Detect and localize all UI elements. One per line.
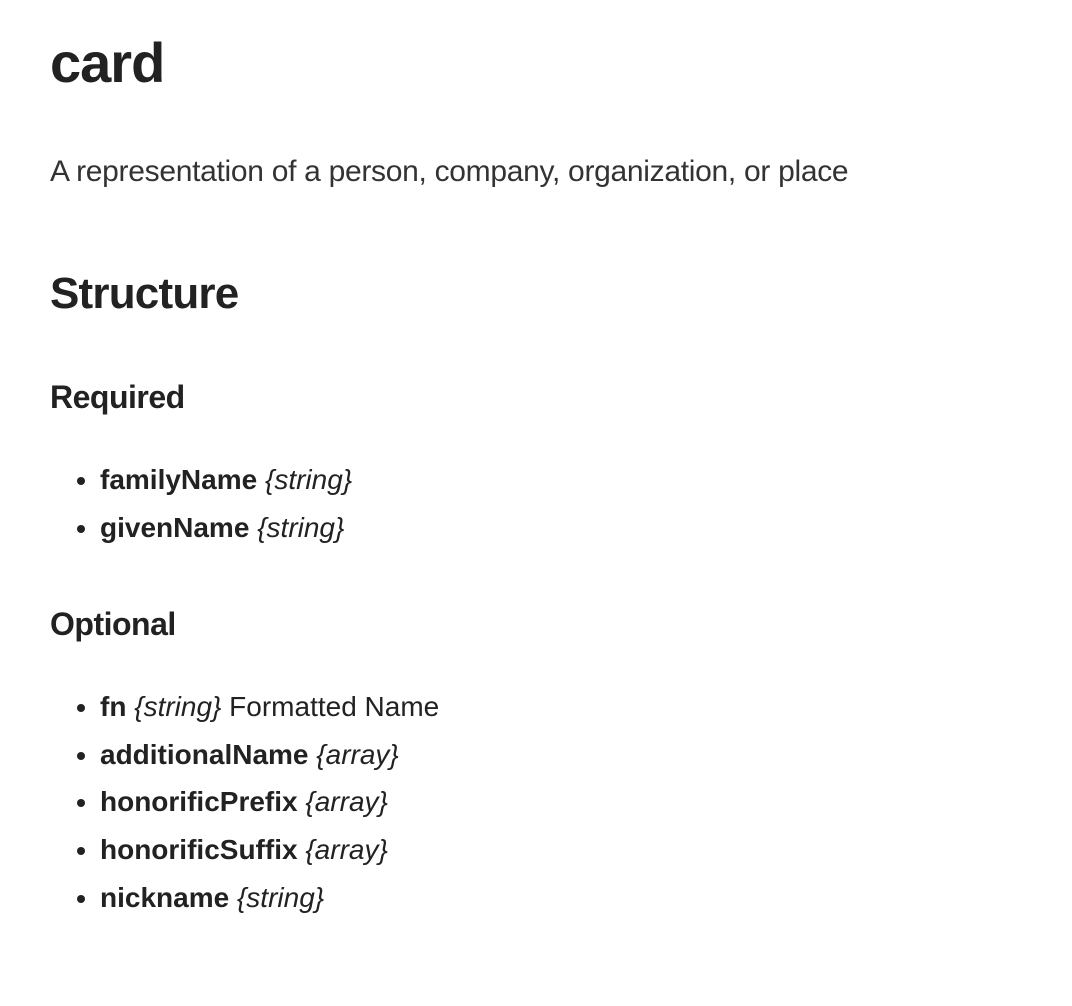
prop-name: nickname bbox=[100, 882, 229, 913]
list-item: givenName {string} bbox=[100, 504, 1022, 552]
prop-desc: Formatted Name bbox=[229, 691, 439, 722]
prop-type: {string} bbox=[134, 691, 221, 722]
prop-name: givenName bbox=[100, 512, 249, 543]
prop-name: additionalName bbox=[100, 739, 308, 770]
prop-name: honorificSuffix bbox=[100, 834, 298, 865]
prop-type: {string} bbox=[257, 512, 344, 543]
schema-description: A representation of a person, company, o… bbox=[50, 155, 1022, 189]
prop-name: honorificPrefix bbox=[100, 786, 298, 817]
prop-type: {array} bbox=[305, 786, 388, 817]
prop-name: familyName bbox=[100, 464, 257, 495]
prop-name: fn bbox=[100, 691, 126, 722]
optional-heading: Optional bbox=[50, 606, 1022, 643]
list-item: honorificSuffix {array} bbox=[100, 826, 1022, 874]
prop-type: {string} bbox=[265, 464, 352, 495]
required-list: familyName {string} givenName {string} bbox=[50, 456, 1022, 551]
list-item: additionalName {array} bbox=[100, 731, 1022, 779]
list-item: fn {string} Formatted Name bbox=[100, 683, 1022, 731]
prop-type: {array} bbox=[316, 739, 399, 770]
prop-type: {array} bbox=[305, 834, 388, 865]
list-item: familyName {string} bbox=[100, 456, 1022, 504]
structure-heading: Structure bbox=[50, 269, 1022, 319]
list-item: honorificPrefix {array} bbox=[100, 778, 1022, 826]
page-title: card bbox=[50, 30, 1022, 95]
prop-type: {string} bbox=[237, 882, 324, 913]
required-heading: Required bbox=[50, 379, 1022, 416]
list-item: nickname {string} bbox=[100, 874, 1022, 922]
optional-list: fn {string} Formatted Name additionalNam… bbox=[50, 683, 1022, 921]
